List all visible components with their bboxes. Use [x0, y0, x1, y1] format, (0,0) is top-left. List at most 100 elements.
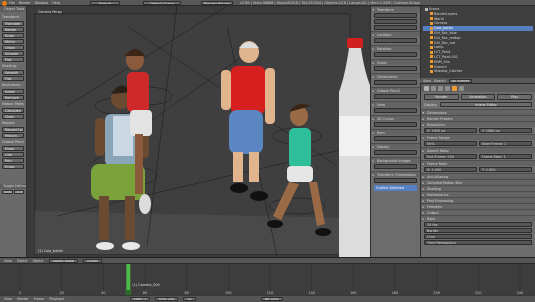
n-panel-section[interactable]: View	[371, 101, 420, 107]
world-tab-icon[interactable]	[445, 85, 450, 91]
tool-button[interactable]: Erase	[2, 164, 24, 169]
tool-button[interactable]: Translate	[2, 21, 24, 26]
properties-section[interactable]: Frame Rate:	[421, 160, 535, 166]
property-value-field[interactable]: Y: 1080 px	[479, 128, 532, 133]
properties-section[interactable]: Aspect Ratio:	[421, 147, 535, 153]
outliner-filter-selector[interactable]: All Scenes	[448, 78, 473, 83]
n-panel-section[interactable]: Transform Orientations	[371, 171, 420, 177]
timeline[interactable]: View Select Object Object Mode Global 0 2…	[0, 257, 535, 302]
transform-value-field[interactable]	[374, 13, 417, 18]
tool-button[interactable]: Remove	[2, 95, 24, 100]
property-value-field[interactable]: Time Remapping	[424, 240, 532, 245]
outline-selected-option[interactable]: Outline Selected	[374, 185, 417, 191]
object-tab-icon[interactable]	[452, 85, 457, 91]
display-selector[interactable]: Image Editor	[440, 102, 532, 107]
render-engine-selector[interactable]: Blender Render	[201, 1, 233, 5]
mode-selector[interactable]: Object Mode	[48, 258, 78, 263]
viewport-3d[interactable]: Camera Persp (1) Cola_bottle	[27, 6, 370, 257]
property-value-field[interactable]: X: 1.000	[424, 167, 477, 172]
viewport-object-menu[interactable]: Object	[33, 259, 44, 263]
viewport-select-menu[interactable]: Select	[17, 259, 27, 263]
property-value-field[interactable]: Frame Step: 1	[479, 154, 532, 159]
tool-button[interactable]: Clear	[2, 114, 24, 119]
timeline-frame-menu[interactable]: Frame	[34, 297, 45, 301]
tool-button[interactable]: Scale	[2, 33, 24, 38]
viewport-view-menu[interactable]: View	[4, 259, 12, 263]
n-panel-section[interactable]: Display	[371, 143, 420, 149]
n-panel-section[interactable]: Rotation:	[371, 45, 420, 51]
property-value-field[interactable]: 24 fps	[424, 222, 532, 227]
play-button[interactable]: Play	[497, 94, 533, 100]
scene-tab-icon[interactable]	[438, 85, 443, 91]
end-frame-field[interactable]: End: 250	[155, 297, 179, 301]
tool-button[interactable]: Origin	[2, 45, 24, 50]
property-value-field[interactable]: 50%	[424, 141, 477, 146]
property-field[interactable]	[374, 178, 417, 183]
render-button[interactable]: Render	[424, 94, 459, 100]
property-field[interactable]	[374, 38, 417, 43]
property-field[interactable]	[374, 108, 417, 113]
tool-button[interactable]: History...	[2, 133, 24, 138]
transform-value-field[interactable]	[374, 25, 417, 30]
property-field[interactable]	[374, 164, 417, 169]
material-tab-icon[interactable]	[459, 85, 464, 91]
timeline-view-menu[interactable]: View	[4, 297, 12, 301]
tool-button[interactable]: Insert	[2, 89, 24, 94]
tool-button[interactable]: Draw	[2, 146, 24, 151]
property-field[interactable]	[374, 66, 417, 71]
timeline-playhead[interactable]	[126, 264, 131, 290]
property-value-field[interactable]: Y: 1.000	[479, 167, 532, 172]
scene-selector[interactable]: Default Scene	[143, 1, 181, 5]
n-panel-section[interactable]: Background Images	[371, 157, 420, 163]
tool-button[interactable]: Mirror	[2, 39, 24, 44]
tool-button[interactable]: Smooth	[2, 70, 24, 75]
n-panel-section[interactable]: Item	[371, 129, 420, 135]
n-panel-section[interactable]: Scale:	[371, 59, 420, 65]
property-value-field[interactable]: Start Frame: 1	[479, 141, 532, 146]
layout-selector[interactable]: Default	[90, 1, 120, 5]
current-frame-field[interactable]: 52	[183, 297, 196, 301]
transform-orientation-selector[interactable]: Global	[82, 258, 102, 263]
render-tab-icon[interactable]	[424, 85, 429, 91]
outliner-search-menu[interactable]: Search	[434, 79, 446, 83]
outliner-item[interactable]: Shadow_Catcher	[423, 69, 533, 74]
timeline-marker-menu[interactable]: Marker	[17, 297, 29, 301]
property-field[interactable]	[374, 94, 417, 99]
tool-button[interactable]: Smooth	[2, 51, 24, 56]
property-value-field[interactable]: Crop	[424, 234, 532, 239]
start-frame-field[interactable]: Start: 1	[129, 297, 151, 301]
tool-button[interactable]: Line	[2, 152, 24, 157]
n-panel-section[interactable]: 3D Cursor	[371, 115, 420, 121]
property-value-field[interactable]: Border	[424, 228, 532, 233]
outliner-view-menu[interactable]: View	[423, 79, 431, 83]
animation-button[interactable]: Animation	[460, 94, 496, 100]
timeline-playback-menu[interactable]: Playback	[49, 297, 64, 301]
n-panel-section[interactable]: Grease Pencil	[371, 87, 420, 93]
blender-logo-icon[interactable]	[2, 0, 7, 6]
n-panel-section[interactable]: Location:	[371, 31, 420, 37]
properties-section[interactable]: Frame Range:	[421, 134, 535, 140]
local-button[interactable]: Local	[13, 190, 24, 194]
property-value-field[interactable]: End Frame: 250	[424, 154, 477, 159]
tool-button[interactable]: Poly	[2, 158, 24, 163]
layers-tab-icon[interactable]	[431, 85, 436, 91]
property-field[interactable]	[374, 122, 417, 127]
property-field[interactable]	[374, 80, 417, 85]
toggle-button[interactable]: Toggle	[2, 190, 13, 194]
property-field[interactable]	[374, 136, 417, 141]
tool-button[interactable]: Rotate	[2, 27, 24, 32]
n-panel-section[interactable]: Dimensions:	[371, 73, 420, 79]
current-frame-badge[interactable]	[125, 290, 132, 295]
properties-section[interactable]: Resolution:	[421, 121, 535, 127]
property-field[interactable]	[374, 150, 417, 155]
property-value-field[interactable]: X: 1920 px	[424, 128, 477, 133]
tool-button[interactable]: Repeat Last	[2, 127, 24, 132]
property-field[interactable]	[374, 52, 417, 57]
transform-value-field[interactable]	[374, 19, 417, 24]
tool-button[interactable]: Calculate	[2, 108, 24, 113]
properties-section[interactable]: Bake	[421, 215, 535, 221]
timeline-track[interactable]: 0 20 40 60 80 100 120 140 160 180 200 220 240 (1) Cam…	[0, 264, 535, 295]
sync-selector[interactable]: No Sync	[260, 297, 283, 301]
n-panel-section[interactable]: Transform	[371, 6, 420, 12]
tool-button[interactable]: Flat	[2, 57, 24, 62]
